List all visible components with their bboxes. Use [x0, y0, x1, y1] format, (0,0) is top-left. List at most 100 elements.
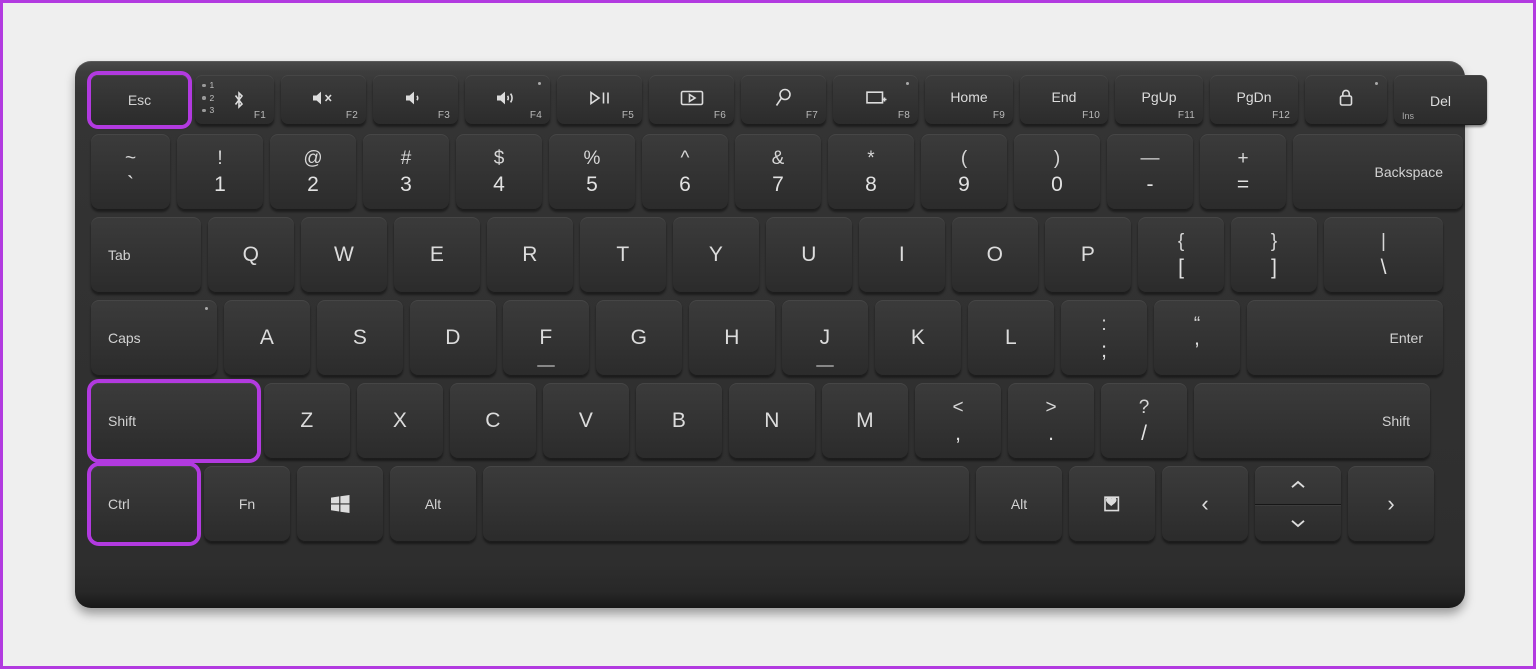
key-f7-search[interactable]: F7 — [741, 75, 826, 125]
key-fn[interactable]: Fn — [204, 466, 290, 542]
key-arrow-left[interactable]: ‹ — [1162, 466, 1248, 542]
key-6[interactable]: ^ 6 — [642, 134, 728, 210]
key-h[interactable]: H — [689, 300, 775, 376]
key-t[interactable]: T — [580, 217, 666, 293]
key-left-bracket[interactable]: { [ — [1138, 217, 1224, 293]
key-o[interactable]: O — [952, 217, 1038, 293]
key-f1-bluetooth[interactable]: 1 2 3 F1 — [195, 75, 274, 125]
key-spacebar[interactable] — [483, 466, 969, 542]
key-v[interactable]: V — [543, 383, 629, 459]
pairing-num-1: 1 — [209, 80, 215, 90]
key-i[interactable]: I — [859, 217, 945, 293]
key-comma-base: , — [955, 422, 961, 445]
key-f6-screen-snip[interactable]: F6 — [649, 75, 734, 125]
key-ctrl[interactable]: Ctrl — [91, 466, 197, 542]
key-y[interactable]: Y — [673, 217, 759, 293]
key-1[interactable]: ! 1 — [177, 134, 263, 210]
key-z[interactable]: Z — [264, 383, 350, 459]
key-n[interactable]: N — [729, 383, 815, 459]
key-equal[interactable]: + = — [1200, 134, 1286, 210]
key-backspace[interactable]: Backspace — [1293, 134, 1463, 210]
key-arrow-right[interactable]: › — [1348, 466, 1434, 542]
key-q[interactable]: Q — [208, 217, 294, 293]
key-k[interactable]: K — [875, 300, 961, 376]
key-left-shift[interactable]: Shift — [91, 383, 257, 459]
key-left-alt[interactable]: Alt — [390, 466, 476, 542]
key-question-shift: ? — [1138, 397, 1150, 418]
key-9-base: 9 — [958, 173, 970, 196]
key-3-shift: # — [400, 148, 412, 169]
key-f9-label: Home — [950, 89, 988, 105]
key-b[interactable]: B — [636, 383, 722, 459]
key-1-shift: ! — [217, 148, 223, 169]
key-f10-end[interactable]: End F10 — [1020, 75, 1108, 125]
key-8[interactable]: * 8 — [828, 134, 914, 210]
key-f9-home[interactable]: Home F9 — [925, 75, 1013, 125]
key-7-shift: & — [771, 148, 785, 169]
key-l[interactable]: L — [968, 300, 1054, 376]
key-7[interactable]: & 7 — [735, 134, 821, 210]
key-f11-pageup[interactable]: PgUp F11 — [1115, 75, 1203, 125]
key-right-alt[interactable]: Alt — [976, 466, 1062, 542]
key-minus[interactable]: — - — [1107, 134, 1193, 210]
key-emoji[interactable] — [1069, 466, 1155, 542]
screen-snip-icon — [678, 88, 706, 108]
key-3[interactable]: # 3 — [363, 134, 449, 210]
key-f3-volume-down[interactable]: F3 — [373, 75, 458, 125]
key-semicolon[interactable]: : ; — [1061, 300, 1147, 376]
key-capslock-label: Caps — [108, 330, 141, 346]
key-apostrophe-base: ’ — [1194, 339, 1200, 362]
key-0-base: 0 — [1051, 173, 1063, 196]
key-0[interactable]: ) 0 — [1014, 134, 1100, 210]
lock-icon — [1337, 87, 1355, 109]
key-q-label: Q — [242, 243, 260, 266]
key-f4-volume-up[interactable]: F4 — [465, 75, 550, 125]
key-grave[interactable]: ~ ` — [91, 134, 170, 210]
key-delete[interactable]: Del Ins — [1394, 75, 1487, 125]
key-arrow-up-down[interactable] — [1255, 466, 1341, 542]
key-backslash[interactable]: | \ — [1324, 217, 1443, 293]
key-w[interactable]: W — [301, 217, 387, 293]
number-row: ~ ` ! 1 @ 2 # 3 $ 4 % 5 ^ 6 & 7 * 8 (9 … — [91, 134, 1463, 210]
key-p[interactable]: P — [1045, 217, 1131, 293]
key-2[interactable]: @ 2 — [270, 134, 356, 210]
key-d[interactable]: D — [410, 300, 496, 376]
key-windows[interactable] — [297, 466, 383, 542]
key-m[interactable]: M — [822, 383, 908, 459]
key-esc[interactable]: Esc — [91, 75, 188, 125]
key-greaterthan-shift: > — [1045, 397, 1057, 418]
key-f8-project-display[interactable]: F8 — [833, 75, 918, 125]
key-r[interactable]: R — [487, 217, 573, 293]
key-comma[interactable]: < , — [915, 383, 1001, 459]
key-slash[interactable]: ? / — [1101, 383, 1187, 459]
key-e[interactable]: E — [394, 217, 480, 293]
key-semicolon-base: ; — [1101, 339, 1107, 362]
key-tab[interactable]: Tab — [91, 217, 201, 293]
arrow-down-icon[interactable] — [1255, 505, 1341, 543]
key-f[interactable]: F — [503, 300, 589, 376]
key-c[interactable]: C — [450, 383, 536, 459]
key-4[interactable]: $ 4 — [456, 134, 542, 210]
arrow-up-icon[interactable] — [1255, 466, 1341, 504]
key-right-bracket[interactable]: } ] — [1231, 217, 1317, 293]
key-capslock[interactable]: Caps — [91, 300, 217, 376]
key-f2-volume-mute[interactable]: F2 — [281, 75, 366, 125]
key-f12-pagedown[interactable]: PgDn F12 — [1210, 75, 1298, 125]
key-period[interactable]: > . — [1008, 383, 1094, 459]
key-x[interactable]: X — [357, 383, 443, 459]
key-enter[interactable]: Enter — [1247, 300, 1443, 376]
key-g[interactable]: G — [596, 300, 682, 376]
windows-logo-icon — [329, 493, 351, 515]
key-lock[interactable] — [1305, 75, 1387, 125]
key-right-shift[interactable]: Shift — [1194, 383, 1430, 459]
key-a[interactable]: A — [224, 300, 310, 376]
keyboard: Esc 1 2 3 F1 F2 F3 F4 F5 F6 F7 F8 Home F… — [75, 61, 1487, 608]
key-s[interactable]: S — [317, 300, 403, 376]
key-j[interactable]: J — [782, 300, 868, 376]
key-5[interactable]: % 5 — [549, 134, 635, 210]
key-minus-base: - — [1146, 173, 1154, 196]
key-u[interactable]: U — [766, 217, 852, 293]
key-9[interactable]: ( 9 — [921, 134, 1007, 210]
key-f5-play-pause[interactable]: F5 — [557, 75, 642, 125]
key-quote[interactable]: “ ’ — [1154, 300, 1240, 376]
